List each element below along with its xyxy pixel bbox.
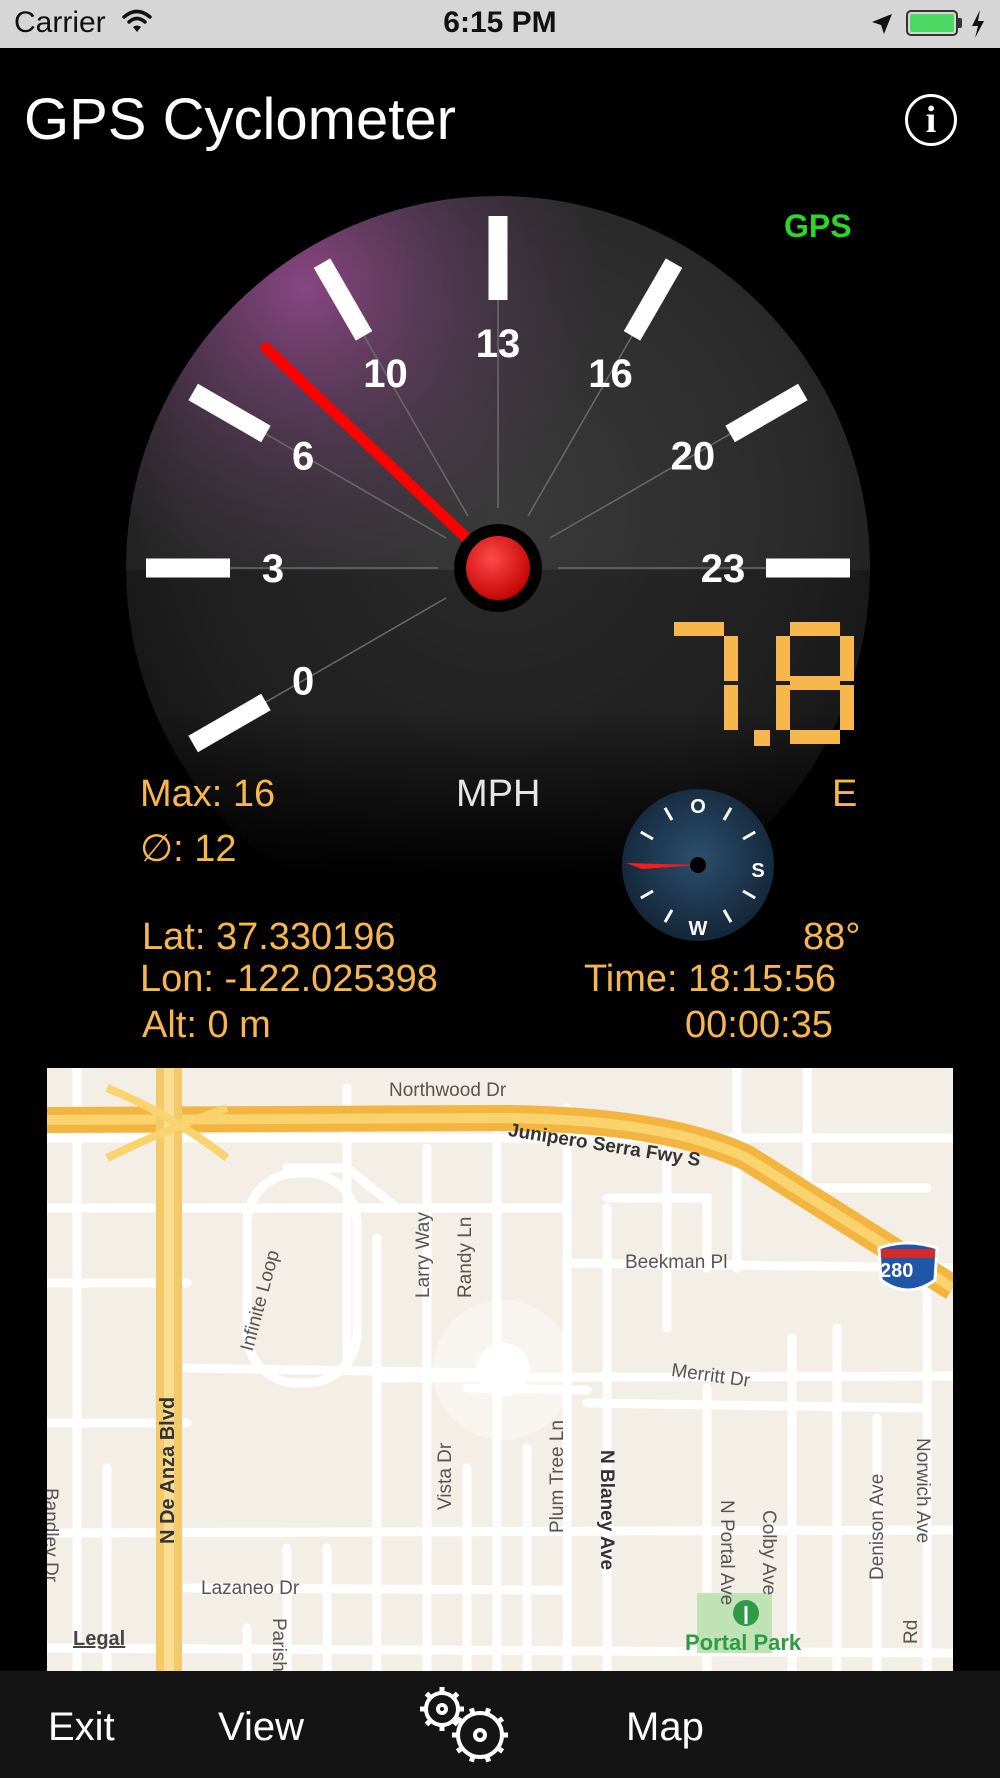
gauge-label: 10 [363,352,408,396]
compass-label-s: S [751,860,764,882]
compass-label-o: O [690,796,706,818]
street-label-lazaneo: Lazaneo Dr [201,1578,300,1599]
street-label-larry: Larry Way [413,1212,434,1298]
heading-direction: E [832,773,858,815]
map-streets [47,1068,953,1671]
compass-label-w: W [689,918,708,940]
street-label-colby: Colby Ave [758,1510,779,1596]
street-label-randy: Randy Ln [455,1216,476,1298]
street-label-plum-tree: Plum Tree Ln [547,1420,568,1533]
current-location-dot [476,1343,530,1397]
gears-icon[interactable] [416,1685,516,1770]
charging-bolt-icon [970,10,986,43]
status-bar: Carrier 6:15 PM [0,0,1000,48]
street-label-denison: Denison Ave [867,1473,888,1580]
readout-segment [840,636,854,681]
needle-hub [466,536,530,600]
street-label-rd: Rd [901,1619,922,1644]
compass: O S W [622,789,774,941]
speed-readout [674,622,854,746]
gauge-label: 0 [292,660,314,704]
gauge-label: 6 [292,435,314,479]
location-arrow-icon [870,12,894,41]
legal-link[interactable]: Legal [73,1628,125,1651]
readout-segment [776,685,790,730]
readout-segment [776,636,790,681]
street-label-beekman: Beekman Pl [625,1252,728,1273]
street-label-norwich: Norwich Ave [912,1438,933,1544]
readout-segment [840,685,854,730]
map-button[interactable]: Map [626,1705,704,1750]
readout-segment [790,676,840,690]
readout-segment [724,685,738,730]
average-speed: ∅: 12 [140,828,237,870]
info-button[interactable]: i [905,94,957,146]
view-button[interactable]: View [218,1705,304,1750]
speed-unit: MPH [456,773,541,815]
bottom-toolbar: Exit View Map [0,1671,1000,1778]
highway-shield-number: 280 [880,1260,914,1282]
street-label-blaney: N Blaney Ave [596,1450,617,1571]
street-label-vista: Vista Dr [435,1442,456,1510]
gauge-label: 13 [476,322,521,366]
park-label: Portal Park [685,1630,802,1655]
gauge-label: 3 [262,547,284,591]
altitude: Alt: 0 m [142,1004,271,1046]
heading-degrees: 88° [803,916,861,958]
battery-tip [958,18,962,28]
battery-icon [906,10,958,36]
street-label-bandley: Bandley Dr [47,1488,61,1582]
gauge-label: 23 [701,547,746,591]
street-label-de-anza: N De Anza Blvd [157,1396,179,1544]
readout-decimal-point [754,730,770,746]
map-view[interactable]: Northwood Dr Junipero Serra Fwy S Beekma… [47,1068,953,1671]
street-label-portal: N Portal Ave [716,1500,737,1606]
exit-button[interactable]: Exit [48,1705,115,1750]
latitude: Lat: 37.330196 [142,916,396,958]
app-title: GPS Cyclometer [24,87,456,152]
street-label-parish: Parish P [268,1618,289,1671]
street-label-northwood: Northwood Dr [389,1080,507,1101]
readout-segment [790,622,840,636]
gauge-label: 20 [671,435,716,479]
longitude: Lon: -122.025398 [140,958,438,1000]
max-speed: Max: 16 [140,773,276,815]
elapsed-time: 00:00:35 [685,1004,833,1046]
gauge-label: 16 [588,352,633,396]
readout-segment [724,636,738,681]
readout-segment [674,622,724,636]
status-time: 6:15 PM [443,6,557,39]
clock-time: Time: 18:15:56 [584,958,837,1000]
readout-segment [790,730,840,744]
